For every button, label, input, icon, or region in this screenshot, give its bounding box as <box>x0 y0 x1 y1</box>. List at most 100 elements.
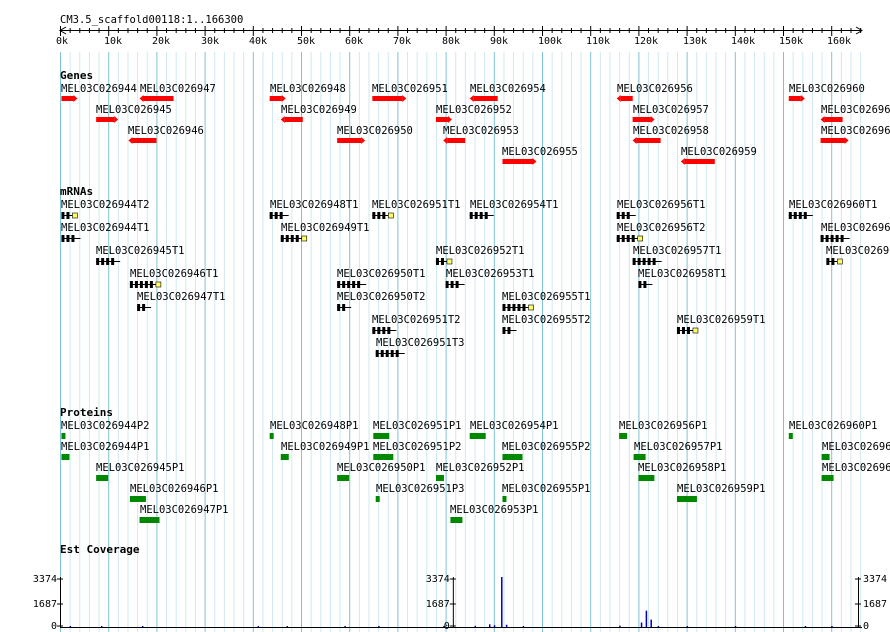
mrna-label[interactable]: MEL03C026944T1 <box>61 222 150 234</box>
mrna-exon <box>377 212 381 219</box>
est-coverage-bar <box>619 625 621 627</box>
protein-feature <box>269 433 274 439</box>
protein-label[interactable]: MEL03C026951P3 <box>376 483 465 495</box>
mrna-label[interactable]: MEL03C026960T1 <box>789 199 878 211</box>
gene-arrow-icon <box>844 137 849 144</box>
gene-label[interactable]: MEL03C026947 <box>140 83 216 95</box>
gene-label[interactable]: MEL03C026957 <box>633 104 709 116</box>
mrna-label[interactable]: MEL03C026950T1 <box>337 268 426 280</box>
protein-label[interactable]: MEL03C026956P1 <box>619 420 708 432</box>
mrna-exon <box>638 281 642 288</box>
protein-label[interactable]: MEL03C026950P1 <box>337 462 426 474</box>
mrna-label[interactable]: MEL03C026945T1 <box>96 245 185 257</box>
protein-label[interactable]: MEL03C026951P1 <box>373 420 462 432</box>
protein-label[interactable]: MEL03C026960P1 <box>789 420 878 432</box>
ruler-tick-label: 140k <box>731 36 756 47</box>
protein-label[interactable]: MEL03C026959P1 <box>677 483 766 495</box>
protein-label[interactable]: MEL03C026954P1 <box>470 420 559 432</box>
gene-feature <box>61 96 74 101</box>
gene-label[interactable]: MEL03C026955 <box>502 146 578 158</box>
mrna-label[interactable]: MEL03C026956T2 <box>617 222 706 234</box>
protein-feature <box>638 475 655 481</box>
mrna-label[interactable]: MEL03C026957T1 <box>633 245 722 257</box>
mrna-exon <box>788 212 792 219</box>
protein-label[interactable]: MEL03C026955P1 <box>502 483 591 495</box>
protein-label[interactable]: MEL03C026957P1 <box>634 441 723 453</box>
mrna-label[interactable]: MEL03C026955T1 <box>502 291 591 303</box>
protein-feature <box>139 517 160 523</box>
gene-label[interactable]: MEL03C026946 <box>128 125 204 137</box>
gene-label[interactable]: MEL03C026949 <box>281 104 357 116</box>
gene-label[interactable]: MEL03C026944 <box>61 83 137 95</box>
ruler-tick-label: 60k <box>345 36 364 47</box>
mrna-label[interactable]: MEL03C026954T1 <box>470 199 559 211</box>
gene-feature <box>447 138 466 143</box>
est-scale-label-max: 3374 <box>863 574 888 585</box>
ruler-tick-label: 50k <box>297 36 316 47</box>
protein-label[interactable]: MEL03C026951P2 <box>373 441 462 453</box>
gene-label[interactable]: MEL03C026950 <box>337 125 413 137</box>
proteins-track-title: Proteins <box>60 406 113 419</box>
protein-label[interactable]: MEL03C026958P1 <box>638 462 727 474</box>
mrna-label[interactable]: MEL03C026953T1 <box>446 268 535 280</box>
protein-label[interactable]: MEL03C026944P1 <box>61 441 150 453</box>
gene-label[interactable]: MEL03C026956 <box>617 83 693 95</box>
mrna-label[interactable]: MEL03C026959T1 <box>677 314 766 326</box>
protein-label[interactable]: MEL03C026948P1 <box>270 420 359 432</box>
ruler-tick-label: 130k <box>683 36 708 47</box>
mrna-label[interactable]: MEL03C026949T1 <box>281 222 370 234</box>
mrna-label[interactable]: MEL03C026956T1 <box>617 199 706 211</box>
mrna-label[interactable]: MEL03C026951T2 <box>372 314 461 326</box>
gene-label[interactable]: MEL03C026951 <box>372 83 448 95</box>
gene-label[interactable]: MEL03C026952 <box>436 104 512 116</box>
gene-label[interactable]: MEL03C026958 <box>633 125 709 137</box>
ruler-tick-label: 90k <box>490 36 509 47</box>
mrna-label[interactable]: MEL03C026951T3 <box>376 337 465 349</box>
genes-track-title: Genes <box>60 69 94 82</box>
protein-label[interactable]: MEL03C026953P1 <box>450 504 539 516</box>
protein-label[interactable]: MEL03C026962P1 <box>822 462 890 474</box>
protein-label[interactable]: MEL03C026961P1 <box>822 441 890 453</box>
protein-label[interactable]: MEL03C026952P1 <box>436 462 525 474</box>
gene-label[interactable]: MEL03C026961 <box>821 104 890 116</box>
protein-feature <box>435 475 444 481</box>
mrna-exon <box>129 281 133 288</box>
mrna-label[interactable]: MEL03C026962T1 <box>826 245 890 257</box>
protein-label[interactable]: MEL03C026947P1 <box>140 504 229 516</box>
gene-arrow-icon <box>469 95 474 102</box>
mrna-label[interactable]: MEL03C026950T2 <box>337 291 426 303</box>
gene-label[interactable]: MEL03C026954 <box>470 83 546 95</box>
gene-feature <box>684 159 715 164</box>
mrna-exon <box>274 212 278 219</box>
mrna-label[interactable]: MEL03C026951T1 <box>372 199 461 211</box>
ruler-tick-label: 160k <box>827 36 852 47</box>
mrna-utr <box>637 235 644 242</box>
mrna-label[interactable]: MEL03C026955T2 <box>502 314 591 326</box>
mrna-utr <box>72 212 78 219</box>
mrna-label[interactable]: MEL03C026946T1 <box>130 268 219 280</box>
mrna-label[interactable]: MEL03C026944T2 <box>61 199 150 211</box>
protein-label[interactable]: MEL03C026945P1 <box>96 462 185 474</box>
protein-label[interactable]: MEL03C026955P2 <box>502 441 591 453</box>
mrna-label[interactable]: MEL03C026952T1 <box>436 245 525 257</box>
est-scale-label-mid: 1687 <box>863 599 888 610</box>
gene-label[interactable]: MEL03C026962 <box>821 125 890 137</box>
mrna-exon <box>347 281 351 288</box>
gene-label[interactable]: MEL03C026953 <box>443 125 519 137</box>
gene-label[interactable]: MEL03C026959 <box>681 146 757 158</box>
ruler-tick-label: 120k <box>634 36 659 47</box>
mrna-label[interactable]: MEL03C026958T1 <box>638 268 727 280</box>
gene-label[interactable]: MEL03C026960 <box>789 83 865 95</box>
est-coverage-bar <box>286 626 289 627</box>
mrna-label[interactable]: MEL03C026947T1 <box>137 291 226 303</box>
protein-label[interactable]: MEL03C026949P1 <box>281 441 370 453</box>
protein-label[interactable]: MEL03C026946P1 <box>130 483 219 495</box>
mrna-label[interactable]: MEL03C026948T1 <box>270 199 359 211</box>
gene-arrow-icon <box>139 95 144 102</box>
est-coverage-bar <box>141 626 144 627</box>
protein-label[interactable]: MEL03C026944P2 <box>61 420 150 432</box>
mrna-exon <box>285 235 289 242</box>
gene-label[interactable]: MEL03C026945 <box>96 104 172 116</box>
gene-label[interactable]: MEL03C026948 <box>270 83 346 95</box>
mrna-label[interactable]: MEL03C026961T1 <box>821 222 890 234</box>
